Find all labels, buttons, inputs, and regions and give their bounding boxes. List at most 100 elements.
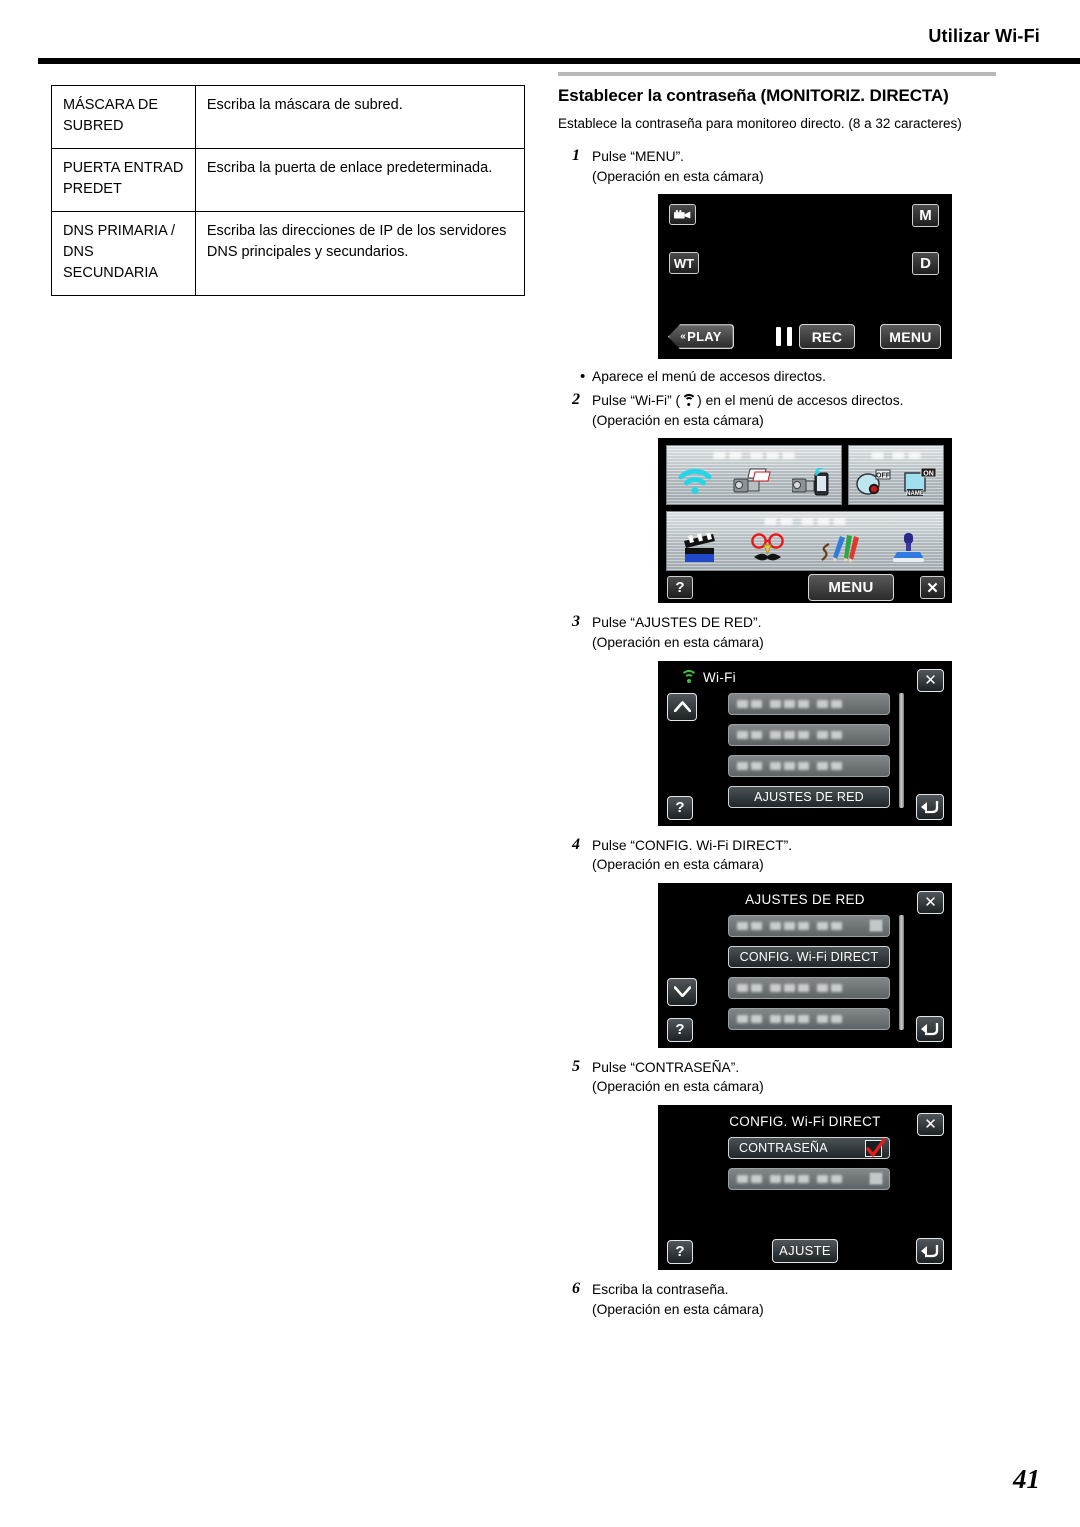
camera-screen-shortcut-menu: OFF ON NAME ? MENU ✕ xyxy=(658,438,952,604)
step-text: Pulse “MENU”. xyxy=(592,149,684,165)
list-item-wifi-direct-config[interactable]: CONFIG. Wi-Fi DIRECT xyxy=(728,945,890,968)
screen-title: Wi-Fi xyxy=(703,669,736,685)
scrollbar[interactable] xyxy=(899,914,904,1030)
step-2: 2 Pulse “Wi-Fi” () en el menú de accesos… xyxy=(558,391,998,430)
page-title: Utilizar Wi-Fi xyxy=(928,26,1040,46)
glasses-mustache-icon[interactable] xyxy=(748,533,788,568)
mode-button[interactable]: M xyxy=(912,204,939,228)
step-number: 2 xyxy=(572,391,580,409)
checkbox-checked[interactable] xyxy=(865,1138,886,1157)
step-text-after: ) en el menú de accesos directos. xyxy=(697,393,904,409)
step-4: 4 Pulse “CONFIG. Wi-Fi DIRECT”. (Operaci… xyxy=(558,836,998,875)
step-text: Pulse “CONTRASEÑA”. xyxy=(592,1059,740,1075)
blurred-label xyxy=(737,921,842,930)
help-button[interactable]: ? xyxy=(667,576,693,600)
camera-to-phone-icon[interactable] xyxy=(791,466,830,501)
blurred-label xyxy=(737,730,842,739)
table-cell-value: Escriba la puerta de enlace predetermina… xyxy=(194,148,526,213)
table-row: MÁSCARA DE SUBRED Escriba la máscara de … xyxy=(51,84,526,150)
menu-button[interactable]: MENU xyxy=(808,574,894,602)
close-icon[interactable]: ✕ xyxy=(917,890,944,914)
step-number: 4 xyxy=(572,835,580,853)
shortcut-panel-bottom xyxy=(666,511,944,572)
name-tag-icon[interactable]: ON NAME xyxy=(902,467,938,502)
step-number: 1 xyxy=(572,147,580,165)
step-3: 3 Pulse “AJUSTES DE RED”. (Operación en … xyxy=(558,613,998,652)
rec-button[interactable]: REC xyxy=(799,324,855,350)
play-button[interactable]: «PLAY xyxy=(668,324,734,350)
screen-title: AJUSTES DE RED xyxy=(745,891,865,907)
shortcut-icon-row xyxy=(667,531,943,568)
table-cell-key: MÁSCARA DE SUBRED xyxy=(51,84,196,150)
list-item[interactable] xyxy=(728,692,890,715)
blurred-label xyxy=(713,452,795,460)
list-item[interactable] xyxy=(728,754,890,777)
list-item-network-settings[interactable]: AJUSTES DE RED xyxy=(728,785,890,808)
page-number: 41 xyxy=(1013,1464,1040,1494)
item-thumbnail xyxy=(869,919,883,933)
step-text: Pulse “Wi-Fi” () en el menú de accesos d… xyxy=(592,391,998,411)
play-label: PLAY xyxy=(687,329,722,345)
blurred-label xyxy=(737,761,842,770)
svg-text:ON: ON xyxy=(923,470,934,477)
shortcut-panel-top-right: OFF ON NAME xyxy=(848,445,944,506)
list-item[interactable] xyxy=(728,723,890,746)
list-item[interactable] xyxy=(728,1167,890,1190)
help-button[interactable]: ? xyxy=(667,795,693,820)
back-icon[interactable] xyxy=(916,1015,944,1042)
header-divider xyxy=(38,58,1080,64)
step-1: 1 Pulse “MENU”. (Operación en esta cámar… xyxy=(558,147,998,186)
display-button[interactable]: D xyxy=(912,252,939,276)
step-subtext: (Operación en esta cámara) xyxy=(592,635,764,651)
scrollbar[interactable] xyxy=(899,692,904,808)
blurred-label xyxy=(737,1174,842,1183)
camera-screen-record-standby: M WT D «PLAY REC MENU xyxy=(658,194,952,360)
table-row: DNS PRIMARIA / DNS SECUNDARIA Escriba la… xyxy=(51,211,526,297)
wifi-icon xyxy=(680,669,697,684)
screen-title: CONFIG. Wi-Fi DIRECT xyxy=(729,1113,881,1129)
section-description: Establece la contraseña para monitoreo d… xyxy=(558,116,962,132)
shortcut-icon-row xyxy=(667,466,841,502)
menu-button[interactable]: MENU xyxy=(880,324,941,350)
camera-screen-wifi-direct-config: CONFIG. Wi-Fi DIRECT ✕ CONTRASEÑA ? AJUS… xyxy=(658,1104,952,1270)
list-item[interactable] xyxy=(728,976,890,999)
camera-screen-wifi-menu: Wi-Fi ✕ AJUSTES DE RED ? xyxy=(658,660,952,826)
close-icon[interactable]: ✕ xyxy=(920,576,945,600)
close-icon[interactable]: ✕ xyxy=(917,668,944,692)
set-button[interactable]: AJUSTE xyxy=(772,1238,838,1263)
blurred-label xyxy=(737,699,842,708)
stamp-icon[interactable] xyxy=(891,532,927,568)
camera-to-pc-icon[interactable] xyxy=(733,468,771,501)
camera-screen-network-settings: AJUSTES DE RED ✕ CONFIG. Wi-Fi DIRECT ? xyxy=(658,882,952,1048)
back-icon[interactable] xyxy=(916,1237,944,1264)
help-button[interactable]: ? xyxy=(667,1239,693,1264)
list-item[interactable] xyxy=(728,914,890,937)
table-row: PUERTA ENTRAD PREDET Escriba la puerta d… xyxy=(51,148,526,213)
back-icon[interactable] xyxy=(916,793,944,820)
wifi-icon[interactable] xyxy=(678,468,712,500)
section-divider xyxy=(558,72,996,76)
section-title: Establecer la contraseña (MONITORIZ. DIR… xyxy=(558,86,949,105)
instructions-column: Establecer la contraseña (MONITORIZ. DIR… xyxy=(558,72,998,1323)
list-item-password[interactable]: CONTRASEÑA xyxy=(728,1136,890,1159)
step-text: Escriba la contraseña. xyxy=(592,1281,729,1297)
blurred-label xyxy=(737,983,842,992)
blurred-label xyxy=(764,518,846,526)
list-item[interactable] xyxy=(728,1007,890,1030)
face-detect-icon[interactable]: OFF xyxy=(855,468,891,501)
scroll-down-button[interactable] xyxy=(667,977,697,1006)
svg-text:NAME: NAME xyxy=(906,491,924,497)
step-number: 6 xyxy=(572,1279,580,1297)
close-icon[interactable]: ✕ xyxy=(917,1112,944,1136)
step-subtext: (Operación en esta cámara) xyxy=(592,412,764,428)
table-cell-value: Escriba la máscara de subred. xyxy=(194,84,526,150)
scroll-up-button[interactable] xyxy=(667,692,697,721)
zoom-wt-button[interactable]: WT xyxy=(669,252,699,275)
pencils-icon[interactable] xyxy=(820,533,860,568)
camcorder-icon[interactable] xyxy=(669,204,696,226)
pause-icon xyxy=(776,327,792,347)
help-button[interactable]: ? xyxy=(667,1017,693,1042)
clapperboard-icon[interactable] xyxy=(683,531,717,568)
svg-text:OFF: OFF xyxy=(876,472,891,479)
table-cell-key: DNS PRIMARIA / DNS SECUNDARIA xyxy=(51,211,196,297)
